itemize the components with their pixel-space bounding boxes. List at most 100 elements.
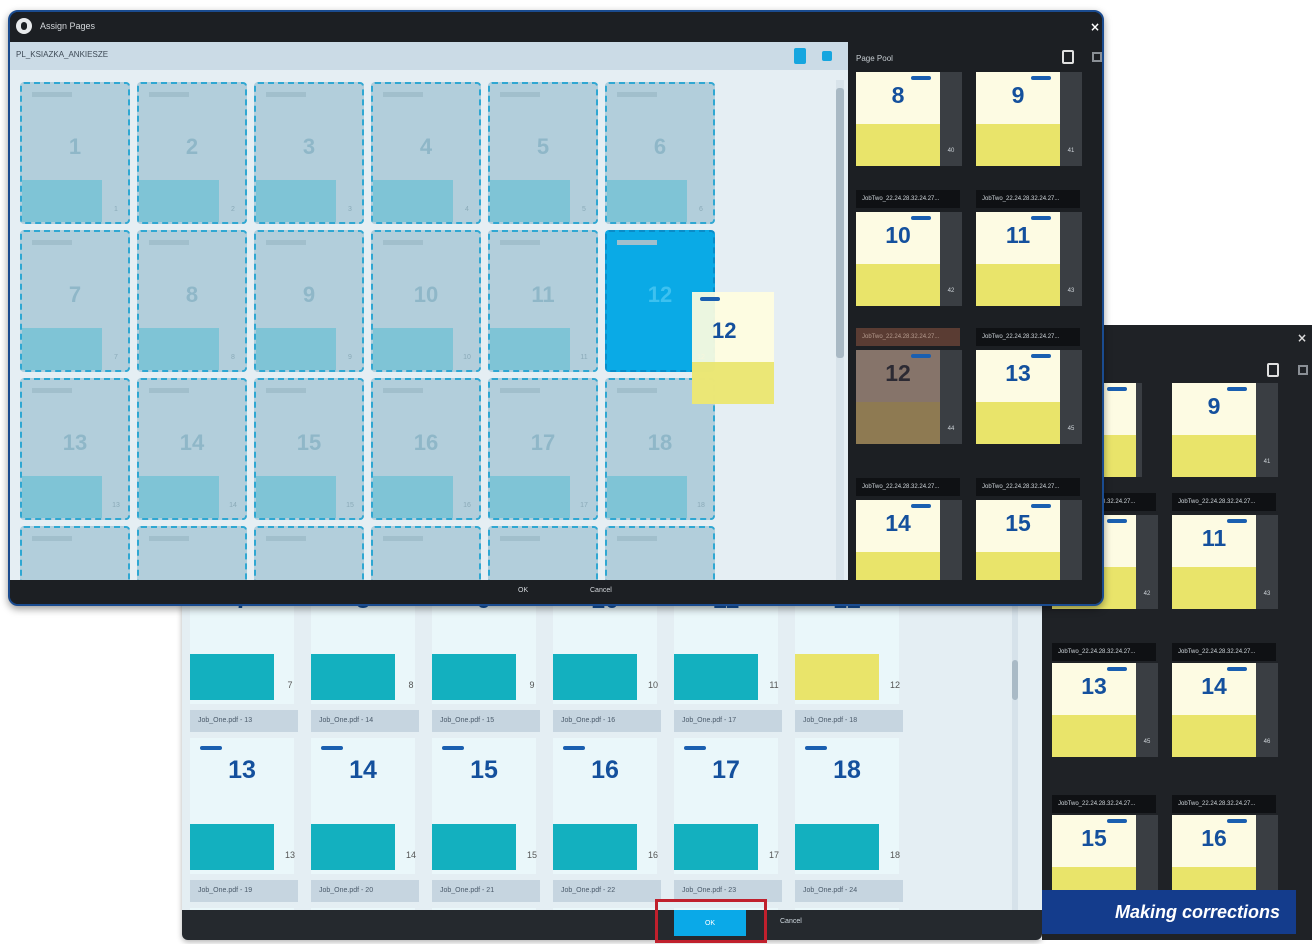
dragged-page-ghost[interactable]: 12 [692,292,774,404]
slot-thumbnail-fill [373,476,453,518]
page-thumbnail-fill [432,654,516,700]
slot-header [383,536,423,541]
back-scrollbar-thumb[interactable] [1012,660,1018,700]
pool-page-card[interactable]: 8 40 [856,72,962,166]
page-thumbnail[interactable]: 14 14 [311,738,416,874]
slot-index: 10 [647,680,658,690]
slot-index: 14 [405,850,416,860]
scrollbar-thumb[interactable] [836,88,844,358]
pool-page-card[interactable]: 14 46 [1172,663,1278,757]
page-slot[interactable]: 99 [254,230,364,372]
slot-index: 14 [229,502,237,509]
page-file-name: Job_One.pdf - 18 [795,710,903,732]
pool-page-card[interactable]: 11 43 [1172,515,1278,609]
page-tag-icon [1031,216,1051,220]
page-file-name: Job_One.pdf - 14 [311,710,419,732]
page-slot[interactable]: 77 [20,230,130,372]
slot-thumbnail-fill [607,328,687,370]
page-slot[interactable]: 66 [605,82,715,224]
slot-header [617,240,657,245]
pool-page-icon[interactable] [1267,363,1279,377]
page-slot[interactable]: 10 10 [371,230,481,372]
page-slot[interactable]: 44 [371,82,481,224]
cancel-button[interactable]: Cancel [590,587,612,594]
page-slot[interactable]: 88 [137,230,247,372]
slot-page-number: 5 [536,134,550,159]
page-thumbnail-fill [1172,715,1256,757]
pool-page-card[interactable]: 10 42 [856,212,962,306]
slot-index: 18 [697,502,705,509]
pool-settings-icon[interactable] [1092,52,1102,62]
page-tag-icon [200,746,222,750]
slot-index: 7 [114,354,118,361]
job-toolbar: PL_KSIAZKA_ANKIESZE [10,42,848,70]
slot-index: 17 [768,850,779,860]
close-icon[interactable]: × [1090,20,1100,34]
page-slot[interactable]: 15 15 [254,378,364,520]
page-thumbnail[interactable]: 18 18 [795,738,900,874]
pool-file-label: JobTwo_22.24.28.32.24.27... [1052,643,1156,661]
page-plan-scrollbar[interactable] [836,80,844,580]
pool-file-label: JobTwo_22.24.28.32.24.27... [856,190,960,208]
page-tag-icon [805,746,827,750]
page-slot[interactable]: 16 16 [371,378,481,520]
pool-page-card[interactable]: 9 41 [976,72,1082,166]
slot-page-number: 10 [413,282,439,307]
slot-page-number: 13 [62,430,88,455]
page-file-name: Job_One.pdf - 16 [553,710,661,732]
slot-index: 7 [287,680,293,690]
pool-page-number: 15 [1005,510,1031,536]
page-thumbnail[interactable]: 13 13 [190,738,295,874]
page-tag-icon [1031,76,1051,80]
page-slot[interactable]: 14 14 [137,378,247,520]
slot-thumbnail-fill [490,328,570,370]
pool-settings-icon[interactable] [1298,365,1308,375]
page-slot[interactable]: 13 13 [20,378,130,520]
pool-page-card[interactable]: 13 45 [976,350,1082,444]
page-slot[interactable]: 11 11 [488,230,598,372]
slot-index: 8 [231,354,235,361]
pool-file-label: JobTwo_22.24.28.32.24.27... [1172,643,1276,661]
pool-page-index: 42 [947,288,955,294]
pool-page-card[interactable]: 12 44 [856,350,962,444]
ok-button[interactable]: OK [518,587,528,594]
slot-header [500,92,540,97]
slot-header [266,92,306,97]
page-view-icon[interactable] [794,48,806,64]
slot-header [500,536,540,541]
page-number: 17 [712,756,740,784]
layout-icon[interactable] [822,51,832,61]
pool-page-number: 12 [885,360,911,386]
slot-header [500,240,540,245]
slot-thumbnail-fill [256,328,336,370]
page-thumbnail[interactable]: 16 16 [553,738,658,874]
pool-page-card[interactable]: 11 43 [976,212,1082,306]
page-thumbnail-fill [795,824,879,870]
page-slot[interactable]: 22 [137,82,247,224]
slot-header [266,240,306,245]
page-thumbnail-fill [674,654,758,700]
pool-page-number: 14 [885,510,911,536]
back-cancel-button[interactable]: Cancel [780,918,802,925]
page-slot[interactable]: 33 [254,82,364,224]
page-slot[interactable]: 17 17 [488,378,598,520]
page-thumbnail[interactable]: 17 17 [674,738,779,874]
pool-file-label: JobTwo_22.24.28.32.24.27... [976,190,1080,208]
back-scrollbar[interactable] [1012,600,1018,910]
pool-file-label: JobTwo_22.24.28.32.24.27... [856,328,960,346]
page-thumbnail[interactable]: 15 15 [432,738,537,874]
slot-index: 10 [463,354,471,361]
page-slot[interactable]: 55 [488,82,598,224]
page-thumbnail-fill [432,824,516,870]
pool-page-icon[interactable] [1062,50,1074,64]
page-slot[interactable]: 11 [20,82,130,224]
pool-page-card[interactable]: 13 45 [1052,663,1158,757]
pool-page-card[interactable]: 9 41 [1172,383,1278,477]
page-tag-icon [563,746,585,750]
page-tag-icon [442,746,464,750]
back-pool-close-icon[interactable]: × [1297,331,1307,345]
slot-page-number: 14 [179,430,205,455]
slot-page-number: 16 [413,430,439,455]
page-thumbnail-fill [1052,715,1136,757]
page-thumbnail-fill [311,654,395,700]
